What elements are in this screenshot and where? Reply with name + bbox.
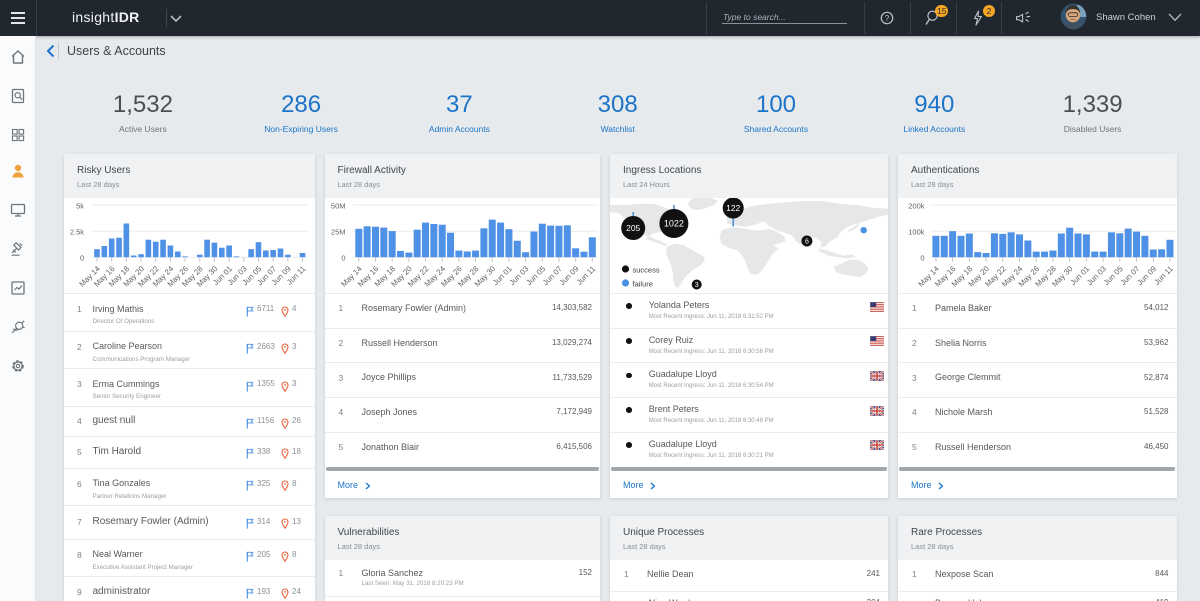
svg-text:success: success [633,266,660,275]
svg-text:failure: failure [633,280,653,289]
svg-text:2.5k: 2.5k [70,228,84,237]
svg-text:Jun 11: Jun 11 [1152,264,1175,287]
svg-text:122: 122 [726,203,740,213]
svg-text:25M: 25M [330,228,345,237]
svg-text:0: 0 [341,254,345,263]
svg-text:100k: 100k [908,228,925,237]
svg-text:Jun 11: Jun 11 [574,264,597,287]
svg-text:6: 6 [805,239,809,246]
svg-text:5k: 5k [76,201,84,210]
svg-text:205: 205 [626,223,640,233]
svg-text:?: ? [885,14,890,23]
svg-text:0: 0 [920,254,924,263]
svg-text:1022: 1022 [664,219,684,229]
svg-text:200k: 200k [908,201,925,210]
svg-text:0: 0 [80,254,84,263]
svg-text:3: 3 [695,282,699,289]
svg-text:50M: 50M [330,201,345,210]
